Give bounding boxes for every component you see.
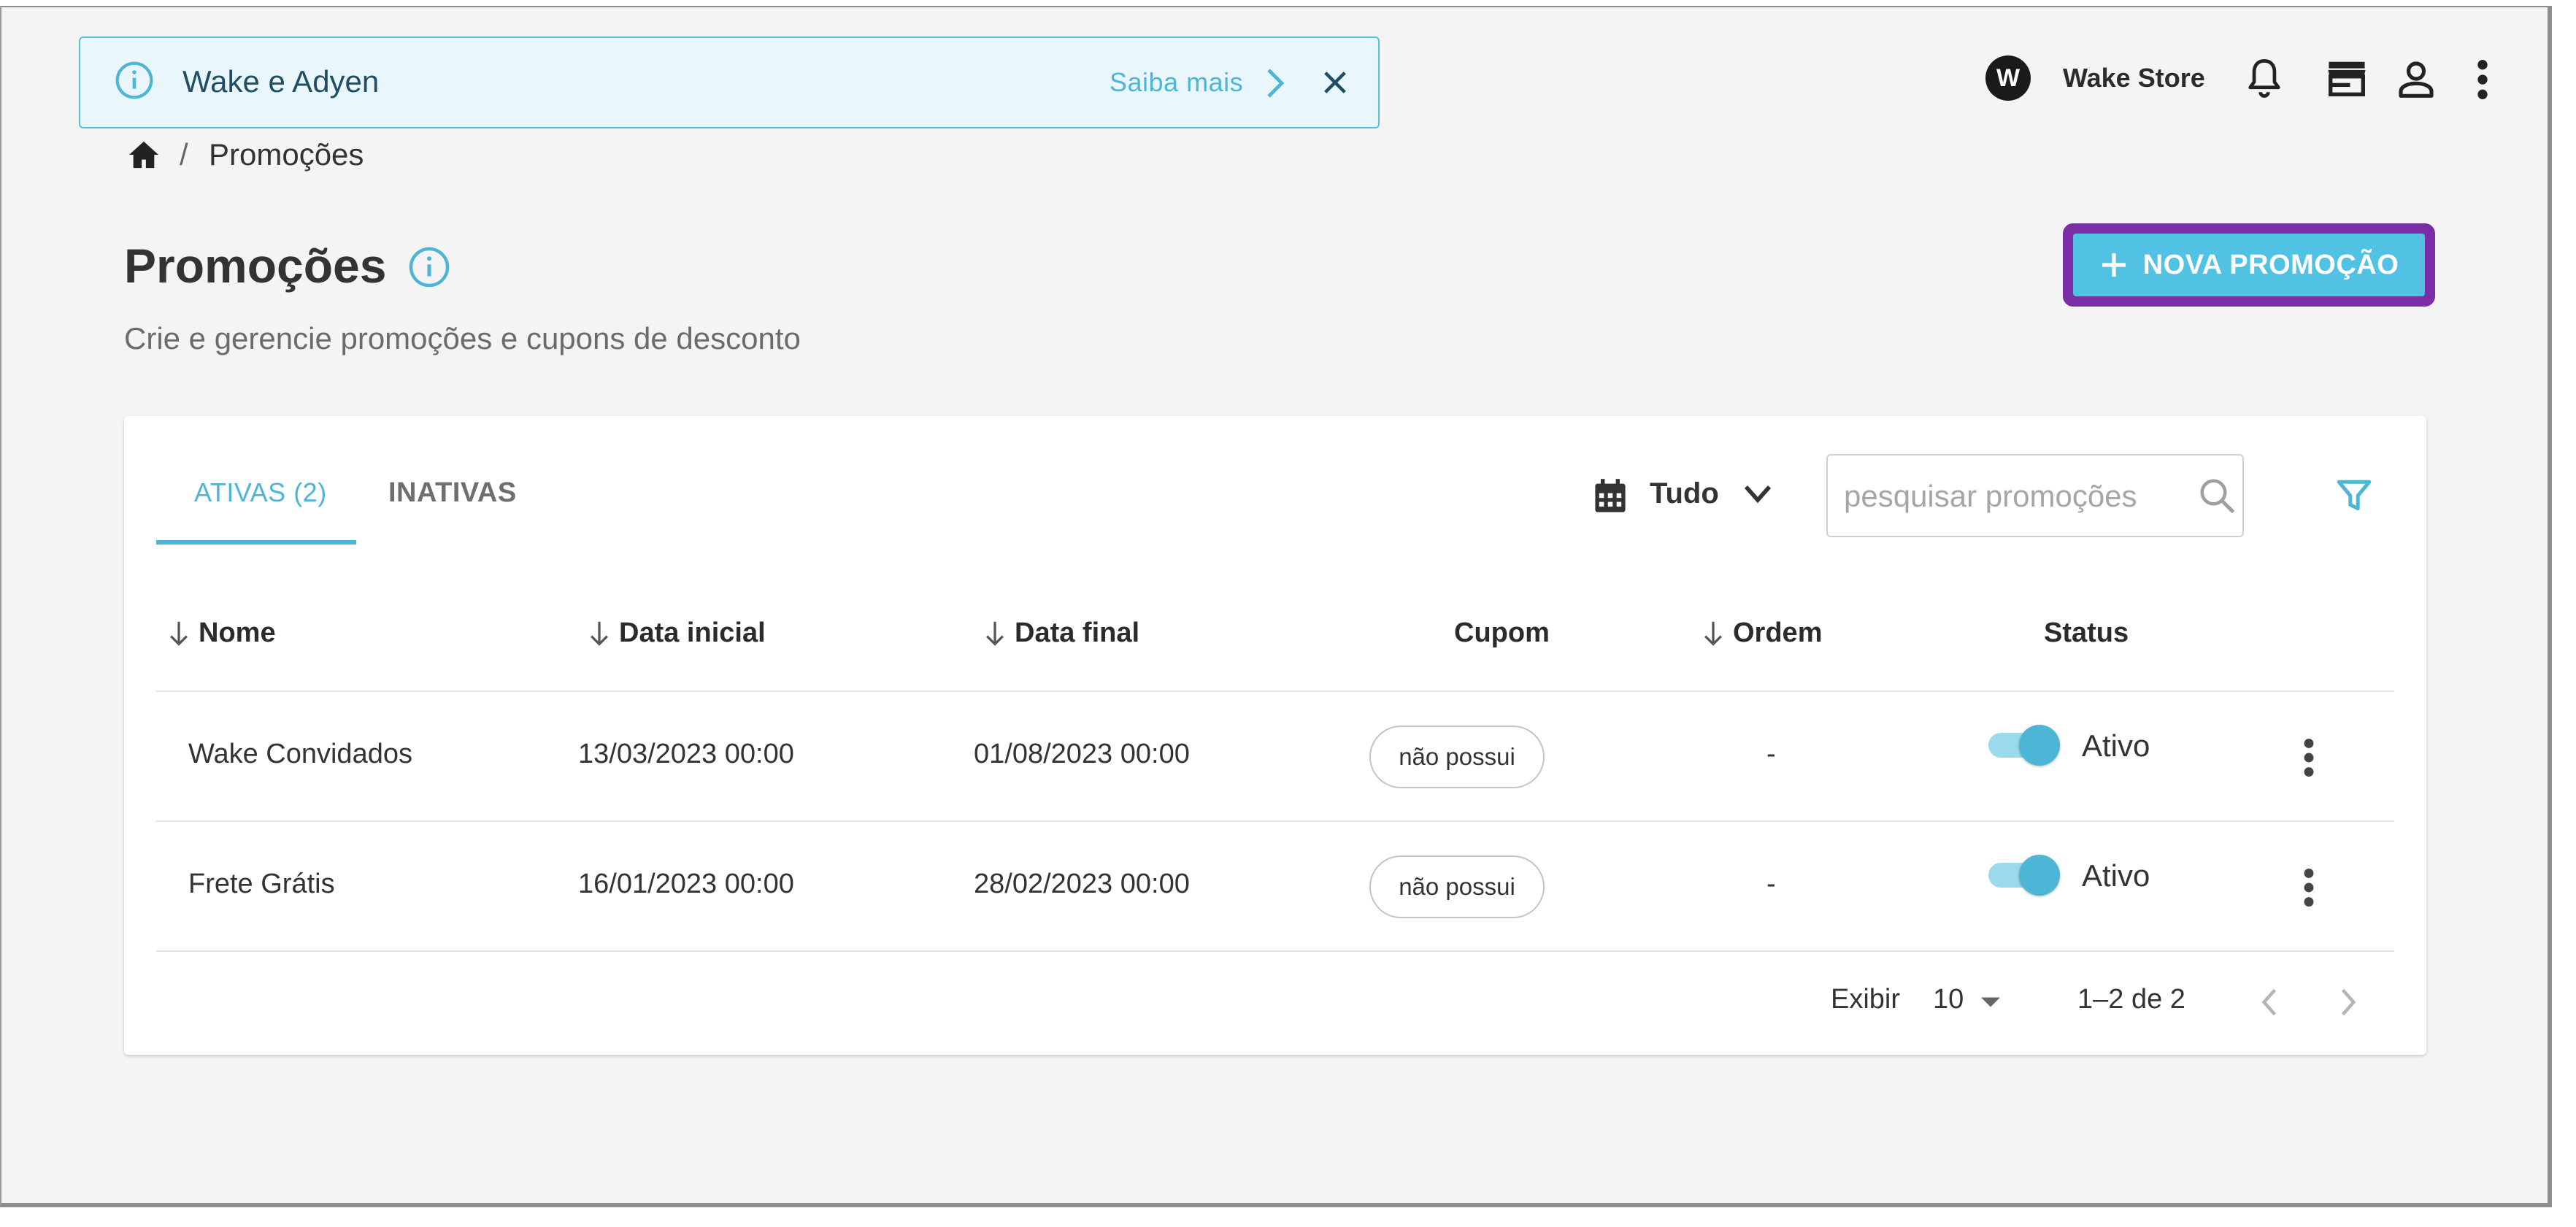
column-header-status: Status <box>2044 618 2129 649</box>
new-promotion-button-highlight: NOVA PROMOÇÃO <box>2063 223 2435 307</box>
pagination-range: 1–2 de 2 <box>2077 984 2185 1015</box>
filter-icon[interactable] <box>2336 477 2372 514</box>
page-subtitle: Crie e gerencie promoções e cupons de de… <box>124 321 801 355</box>
divider <box>156 950 2394 952</box>
new-promotion-label: NOVA PROMOÇÃO <box>2142 249 2399 280</box>
row-data-inicial: 16/01/2023 00:00 <box>578 869 794 899</box>
store-avatar[interactable]: W <box>1985 55 2031 101</box>
tab-inactive[interactable]: INATIVAS <box>388 477 517 509</box>
sort-arrow-icon <box>170 621 188 646</box>
chevron-right-icon[interactable] <box>2339 987 2358 1018</box>
promotions-card: ATIVAS (2) INATIVAS Tudo Nome Data inici… <box>124 416 2426 1055</box>
info-banner: Wake e Adyen Saiba mais <box>79 36 1380 128</box>
user-icon[interactable] <box>2396 58 2437 99</box>
row-nome: Wake Convidados <box>188 739 412 769</box>
sort-arrow-icon <box>986 621 1004 646</box>
column-header-label: Status <box>2044 618 2129 648</box>
status-label: Ativo <box>2082 858 2150 893</box>
info-icon <box>114 60 155 101</box>
row-data-inicial: 13/03/2023 00:00 <box>578 739 794 769</box>
info-icon[interactable] <box>407 245 451 289</box>
column-header-data-inicial[interactable]: Data inicial <box>590 618 766 649</box>
search-icon[interactable] <box>2197 476 2237 515</box>
column-header-label: Nome <box>199 618 276 648</box>
plus-icon <box>2099 250 2129 280</box>
new-promotion-button[interactable]: NOVA PROMOÇÃO <box>2073 234 2425 296</box>
coupon-chip: não possui <box>1369 855 1545 918</box>
page-title: Promoções <box>124 239 387 293</box>
rows-per-page-select[interactable]: 10 <box>1933 984 1964 1015</box>
row-data-final: 01/08/2023 00:00 <box>974 739 1190 769</box>
column-header-label: Data inicial <box>619 618 766 648</box>
notification-bell-icon[interactable] <box>2245 57 2283 101</box>
store-icon[interactable] <box>2326 58 2368 98</box>
row-more-icon[interactable] <box>2302 737 2315 778</box>
column-header-ordem[interactable]: Ordem <box>1704 618 1822 649</box>
row-ordem: - <box>1766 739 1776 769</box>
sort-arrow-icon <box>1704 621 1722 646</box>
breadcrumb-separator: / <box>180 137 188 172</box>
column-header-nome[interactable]: Nome <box>169 618 276 649</box>
row-nome: Frete Grátis <box>188 869 335 899</box>
sort-arrow-icon <box>591 621 608 646</box>
column-header-label: Ordem <box>1733 618 1823 648</box>
close-icon[interactable] <box>1321 69 1349 96</box>
app-window: Wake e Adyen Saiba mais W Wake Store / P… <box>0 6 2552 1207</box>
row-more-icon[interactable] <box>2302 867 2315 908</box>
status-toggle[interactable] <box>1985 853 2061 896</box>
store-name[interactable]: Wake Store <box>2063 63 2205 93</box>
calendar-icon[interactable] <box>1593 477 1628 515</box>
coupon-chip: não possui <box>1369 726 1545 788</box>
table-row: Frete Grátis 16/01/2023 00:00 28/02/2023… <box>156 822 2394 950</box>
status-toggle[interactable] <box>1985 723 2061 766</box>
breadcrumb-current: Promoções <box>209 137 364 172</box>
learn-more-link[interactable]: Saiba mais <box>1110 67 1243 98</box>
column-header-data-final[interactable]: Data final <box>985 618 1139 649</box>
date-filter-value[interactable]: Tudo <box>1650 477 1719 510</box>
table-row: Wake Convidados 13/03/2023 00:00 01/08/2… <box>156 692 2394 820</box>
search-input[interactable] <box>1842 470 2188 523</box>
more-vert-icon[interactable] <box>2476 58 2489 101</box>
column-header-cupom: Cupom <box>1454 618 1550 649</box>
chevron-left-icon[interactable] <box>2260 987 2279 1018</box>
tab-active[interactable]: ATIVAS (2) <box>194 477 327 508</box>
dropdown-arrow-icon[interactable] <box>1981 997 2000 1007</box>
tab-indicator <box>156 540 356 545</box>
status-label: Ativo <box>2082 728 2150 763</box>
column-header-label: Data final <box>1015 618 1140 648</box>
rows-per-page-label: Exibir <box>1831 984 1901 1015</box>
banner-title: Wake e Adyen <box>182 64 380 99</box>
chevron-right-icon[interactable] <box>1260 66 1289 101</box>
home-icon[interactable] <box>127 139 161 169</box>
search-box <box>1826 454 2244 537</box>
row-ordem: - <box>1766 869 1776 899</box>
column-header-label: Cupom <box>1454 618 1550 648</box>
chevron-down-icon[interactable] <box>1743 483 1772 505</box>
row-data-final: 28/02/2023 00:00 <box>974 869 1190 899</box>
